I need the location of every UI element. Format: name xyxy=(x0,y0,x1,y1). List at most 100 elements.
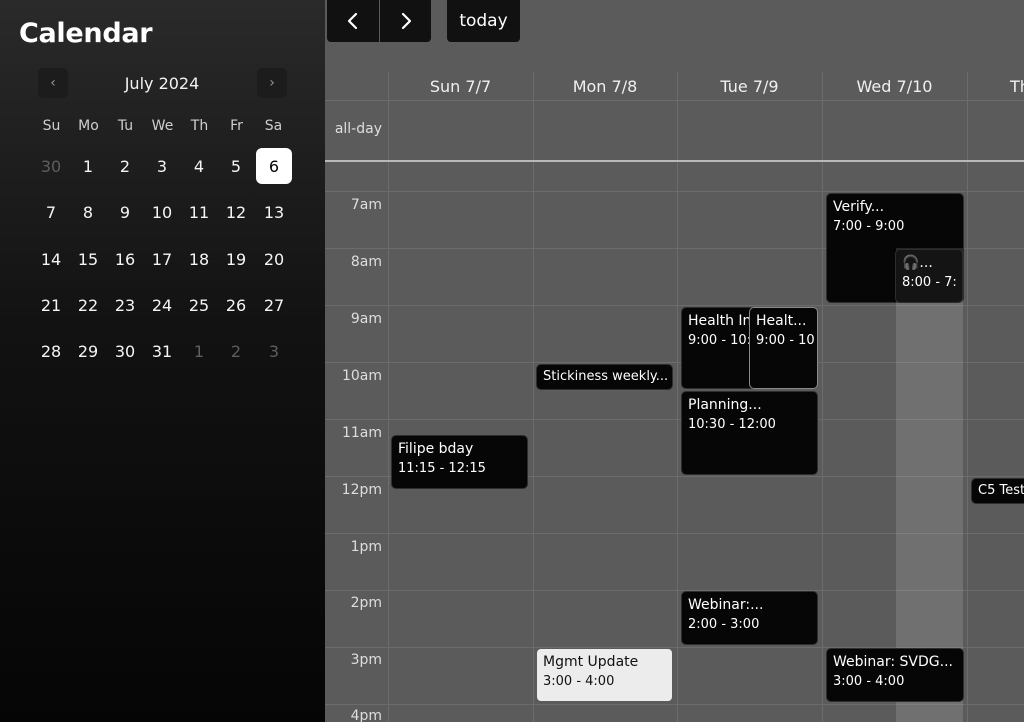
mini-calendar-day[interactable]: 5 xyxy=(218,148,254,184)
mini-calendar-day[interactable]: 17 xyxy=(144,241,180,277)
mini-calendar-day[interactable]: 9 xyxy=(107,194,143,230)
mini-calendar-day[interactable]: 20 xyxy=(256,241,292,277)
mini-calendar-day[interactable]: 1 xyxy=(70,148,106,184)
mini-calendar-day[interactable]: 30 xyxy=(107,333,143,369)
time-label: 11am xyxy=(341,425,382,441)
time-label: 1pm xyxy=(350,539,382,555)
event-title: C5 Test xyxy=(978,483,1024,498)
event-planning[interactable]: Planning... 10:30 - 12:00 xyxy=(682,392,817,474)
event-webinar-svdg[interactable]: Webinar: SVDG... 3:00 - 4:00 xyxy=(827,649,963,701)
mini-calendar-day[interactable]: 2 xyxy=(107,148,143,184)
mini-calendar-day[interactable]: 7 xyxy=(33,194,69,230)
event-title: Filipe bday xyxy=(398,441,474,457)
event-stickiness-weekly[interactable]: Stickiness weekly... xyxy=(537,365,672,389)
next-week-button[interactable] xyxy=(380,0,431,42)
mini-calendar-day[interactable]: 18 xyxy=(181,241,217,277)
mini-calendar-day[interactable]: 4 xyxy=(181,148,217,184)
mini-calendar-day-selected[interactable]: 6 xyxy=(256,148,292,184)
event-filipe-bday[interactable]: Filipe bday 11:15 - 12:15 xyxy=(392,436,527,488)
mini-calendar-day[interactable]: 11 xyxy=(181,194,217,230)
chevron-left-icon: ‹ xyxy=(50,75,56,91)
event-title: Healt... xyxy=(756,313,807,329)
weekday-label: Sa xyxy=(264,118,283,134)
event-webinar-tue[interactable]: Webinar:... 2:00 - 3:00 xyxy=(682,592,817,644)
grid-line xyxy=(533,72,534,722)
grid-line xyxy=(822,72,823,722)
mini-calendar-day[interactable]: 16 xyxy=(107,241,143,277)
grid-line xyxy=(967,72,968,722)
event-title: Mgmt Update xyxy=(543,654,639,670)
mini-calendar-prev-button[interactable]: ‹ xyxy=(38,68,68,98)
mini-calendar-month-label: July 2024 xyxy=(124,74,200,93)
time-label: 12pm xyxy=(341,482,382,498)
day-header-wed[interactable]: Wed 7/10 xyxy=(822,77,967,105)
time-label: 8am xyxy=(350,254,382,270)
today-button[interactable]: today xyxy=(447,0,520,42)
allday-separator xyxy=(325,160,1024,162)
chevron-right-icon: › xyxy=(269,75,275,91)
mini-calendar-day[interactable]: 19 xyxy=(218,241,254,277)
time-label: 3pm xyxy=(350,652,382,668)
time-label: 2pm xyxy=(350,595,382,611)
mini-calendar-day[interactable]: 21 xyxy=(33,287,69,323)
mini-calendar-day[interactable]: 26 xyxy=(218,287,254,323)
mini-calendar-day[interactable]: 29 xyxy=(70,333,106,369)
mini-calendar-day[interactable]: 31 xyxy=(144,333,180,369)
event-title: 🎧... xyxy=(902,255,933,271)
weekday-label: Mo xyxy=(78,118,99,134)
grid-line xyxy=(677,72,678,722)
event-time: 10:30 - 12:00 xyxy=(688,417,776,432)
mini-calendar-day[interactable]: 13 xyxy=(256,194,292,230)
mini-calendar-day[interactable]: 8 xyxy=(70,194,106,230)
prev-week-button[interactable] xyxy=(327,0,379,42)
mini-calendar-day[interactable]: 15 xyxy=(70,241,106,277)
time-label: 9am xyxy=(350,311,382,327)
mini-calendar-day[interactable]: 12 xyxy=(218,194,254,230)
event-title: Planning... xyxy=(688,397,762,413)
event-time: 9:00 - 10:... xyxy=(688,333,762,348)
weekday-label: Fr xyxy=(230,118,243,134)
arrow-left-icon xyxy=(347,12,358,30)
mini-calendar-next-button[interactable]: › xyxy=(257,68,287,98)
mini-calendar-day[interactable]: 23 xyxy=(107,287,143,323)
mini-calendar-day[interactable]: 1 xyxy=(181,333,217,369)
event-mgmt-update[interactable]: Mgmt Update 3:00 - 4:00 xyxy=(537,649,672,701)
event-title: Webinar:... xyxy=(688,597,764,613)
mini-calendar-day[interactable]: 27 xyxy=(256,287,292,323)
event-health[interactable]: Healt... 9:00 - 10 xyxy=(750,308,817,388)
event-c5-test[interactable]: C5 Test xyxy=(972,479,1024,503)
mini-calendar-day[interactable]: 25 xyxy=(181,287,217,323)
weekday-label: Tu xyxy=(117,118,134,134)
event-time: 2:00 - 3:00 xyxy=(688,617,760,632)
arrow-right-icon xyxy=(401,12,411,30)
event-title: Health Ins... xyxy=(688,313,762,329)
event-time: 11:15 - 12:15 xyxy=(398,461,486,476)
mini-calendar-day[interactable]: 14 xyxy=(33,241,69,277)
mini-calendar-day[interactable]: 28 xyxy=(33,333,69,369)
mini-calendar-day[interactable]: 30 xyxy=(33,148,69,184)
day-header-sun[interactable]: Sun 7/7 xyxy=(388,77,533,105)
day-header-thu[interactable]: Th xyxy=(1010,77,1024,105)
time-label: 7am xyxy=(350,197,382,213)
time-label: 4pm xyxy=(350,708,382,722)
mini-calendar-day[interactable]: 24 xyxy=(144,287,180,323)
event-headphones[interactable]: 🎧... 8:00 - 7: xyxy=(896,250,962,302)
grid-line xyxy=(325,191,1024,192)
event-time: 8:00 - 7: xyxy=(902,275,957,290)
mini-calendar-day[interactable]: 10 xyxy=(144,194,180,230)
grid-line xyxy=(388,72,389,722)
event-title: Verify... xyxy=(833,199,885,215)
sidebar: Calendar ‹ July 2024 › Su Mo Tu We Th Fr… xyxy=(0,0,325,722)
event-time: 3:00 - 4:00 xyxy=(833,674,905,689)
mini-calendar-day[interactable]: 2 xyxy=(218,333,254,369)
mini-calendar-day[interactable]: 3 xyxy=(256,333,292,369)
weekday-label: We xyxy=(151,118,174,134)
mini-calendar-day[interactable]: 22 xyxy=(70,287,106,323)
event-time: 7:00 - 9:00 xyxy=(833,219,905,234)
time-label: 10am xyxy=(341,368,382,384)
day-header-mon[interactable]: Mon 7/8 xyxy=(533,77,677,105)
day-header-tue[interactable]: Tue 7/9 xyxy=(677,77,822,105)
mini-calendar-day[interactable]: 3 xyxy=(144,148,180,184)
week-view: today Sun 7/7 Mon 7/8 Tue 7/9 Wed 7/10 T… xyxy=(325,0,1024,722)
weekday-label: Th xyxy=(190,118,209,134)
